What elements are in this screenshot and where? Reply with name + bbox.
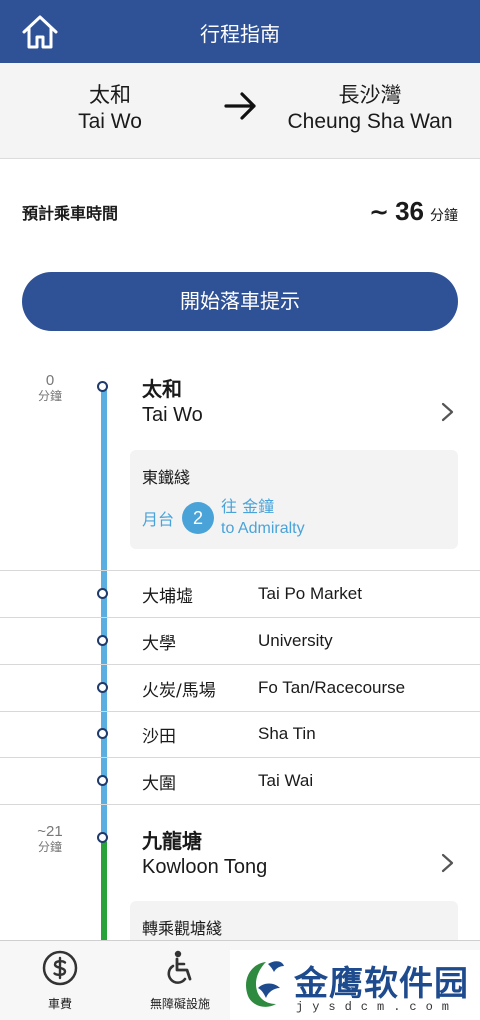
destination-station: 長沙灣 Cheung Sha Wan bbox=[270, 83, 470, 135]
destination-name-en: Cheung Sha Wan bbox=[287, 110, 453, 133]
page-title: 行程指南 bbox=[200, 22, 280, 46]
origin-time-unit: 分鐘 bbox=[37, 389, 62, 403]
origin-station-zh: 太和 bbox=[142, 377, 182, 401]
station-dot bbox=[97, 682, 108, 693]
kwun-tong-line-segment bbox=[101, 842, 107, 940]
ride-time-value: ~ 36 分鐘 bbox=[369, 196, 458, 227]
origin-time-label: 0 分鐘 bbox=[28, 372, 72, 403]
chevron-right-icon[interactable] bbox=[438, 853, 456, 873]
direction-en: to Admiralty bbox=[221, 520, 305, 537]
tab-accessibility[interactable]: 無障礙設施 bbox=[125, 949, 235, 1012]
watermark-url: jysdcm.com bbox=[296, 1000, 459, 1014]
station-dot bbox=[97, 588, 108, 599]
interchange-station-en: Kowloon Tong bbox=[142, 856, 268, 878]
station-dot bbox=[97, 728, 108, 739]
ride-time-approx: ~ bbox=[368, 198, 390, 226]
stop-name-zh: 火炭/馬場 bbox=[142, 680, 216, 701]
interchange-time-number: ~21 bbox=[37, 823, 63, 840]
stop-name-zh: 沙田 bbox=[142, 726, 176, 747]
tab-fare-label: 車費 bbox=[47, 997, 72, 1011]
direction-zh: 往 金鐘 bbox=[221, 497, 275, 516]
origin-name-en: Tai Wo bbox=[78, 110, 142, 133]
stop-name-zh: 大圍 bbox=[142, 773, 176, 794]
list-item-stop[interactable]: 大學 University bbox=[142, 618, 462, 664]
platform-label: 月台 bbox=[142, 510, 175, 529]
line-info-card: 東鐵綫 月台 2 往 金鐘 to Admiralty bbox=[130, 450, 458, 549]
list-item-stop[interactable]: 大埔墟 Tai Po Market bbox=[142, 571, 462, 617]
wheelchair-icon bbox=[167, 950, 192, 984]
origin-station: 太和 Tai Wo bbox=[40, 83, 180, 135]
start-alighting-reminder-button[interactable]: 開始落車提示 bbox=[22, 272, 458, 331]
interchange-time-label: ~21 分鐘 bbox=[28, 823, 72, 854]
station-dot bbox=[97, 635, 108, 646]
app-header: 行程指南 bbox=[0, 0, 480, 63]
list-item-stop[interactable]: 沙田 Sha Tin bbox=[142, 711, 462, 757]
stop-name-zh: 大學 bbox=[142, 633, 176, 654]
platform-number-badge: 2 bbox=[182, 502, 215, 534]
list-item-stop[interactable]: 大圍 Tai Wai bbox=[142, 758, 462, 804]
tab-accessibility-label: 無障礙設施 bbox=[149, 997, 210, 1011]
line-name: 東鐵綫 bbox=[142, 468, 191, 487]
destination-name-zh: 長沙灣 bbox=[338, 84, 402, 107]
direction-info: 往 金鐘 to Admiralty bbox=[221, 496, 305, 540]
route-summary: 太和 Tai Wo 長沙灣 Cheung Sha Wan bbox=[0, 63, 480, 159]
east-rail-line-segment bbox=[101, 385, 107, 842]
station-dot bbox=[97, 832, 108, 843]
origin-station-en: Tai Wo bbox=[142, 404, 203, 426]
station-dot bbox=[97, 381, 108, 392]
transfer-info-card: 轉乘觀塘綫 bbox=[130, 901, 458, 940]
fare-dollar-icon bbox=[42, 950, 78, 986]
journey-timeline[interactable]: 0 分鐘 太和 Tai Wo 東鐵綫 月台 2 往 金鐘 to Admiralt… bbox=[0, 360, 480, 940]
stop-name-en: Fo Tan/Racecourse bbox=[258, 678, 406, 697]
ride-time-unit: 分鐘 bbox=[430, 208, 458, 224]
watermark: 金鹰软件园 jysdcm.com bbox=[230, 950, 480, 1020]
ride-time-number: 36 bbox=[395, 196, 424, 226]
platform-info: 月台 2 往 金鐘 to Admiralty bbox=[142, 496, 305, 540]
ride-time-label: 預計乘車時間 bbox=[22, 204, 119, 223]
stop-name-en: University bbox=[258, 631, 333, 650]
list-item-stop[interactable]: 火炭/馬場 Fo Tan/Racecourse bbox=[142, 665, 462, 711]
origin-station-entry[interactable]: 太和 Tai Wo bbox=[142, 376, 203, 428]
arrow-right-icon bbox=[224, 92, 256, 120]
stop-name-en: Tai Wai bbox=[258, 771, 314, 790]
origin-time-number: 0 bbox=[45, 372, 55, 389]
stop-name-en: Tai Po Market bbox=[258, 584, 362, 603]
interchange-station-entry[interactable]: 九龍塘 Kowloon Tong bbox=[142, 828, 267, 880]
watermark-logo-icon bbox=[246, 961, 284, 1007]
stop-name-zh: 大埔墟 bbox=[142, 586, 193, 607]
watermark-text: 金鹰软件园 bbox=[294, 964, 469, 1004]
divider bbox=[0, 804, 480, 805]
chevron-right-icon[interactable] bbox=[438, 402, 456, 422]
interchange-time-unit: 分鐘 bbox=[37, 840, 62, 854]
interchange-station-zh: 九龍塘 bbox=[142, 829, 202, 853]
stop-name-en: Sha Tin bbox=[258, 724, 316, 743]
transfer-label: 轉乘觀塘綫 bbox=[142, 919, 223, 938]
station-dot bbox=[97, 775, 108, 786]
origin-name-zh: 太和 bbox=[89, 84, 131, 107]
tab-fare[interactable]: 車費 bbox=[5, 949, 115, 1012]
